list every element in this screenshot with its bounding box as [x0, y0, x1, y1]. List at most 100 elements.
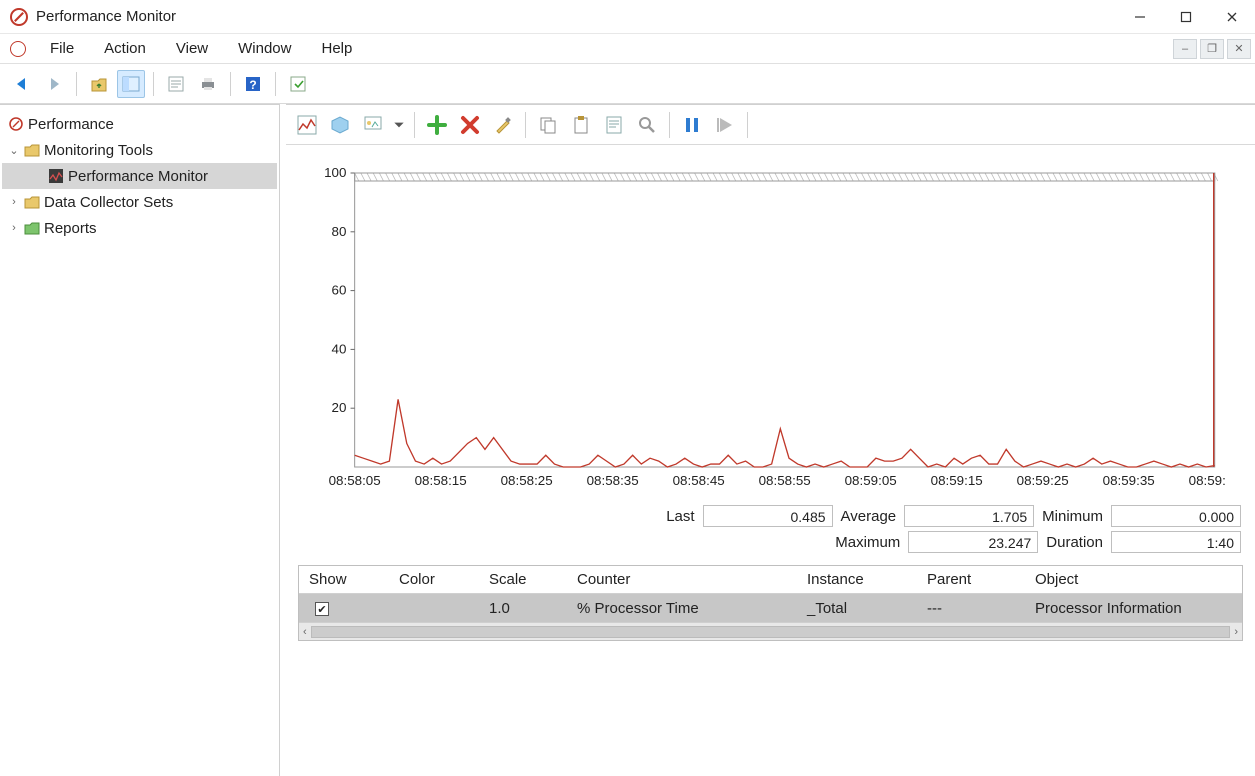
table-header: Show Color Scale Counter Instance Parent…: [299, 566, 1242, 594]
stat-dur-label: Duration: [1046, 534, 1103, 551]
cell-parent: ---: [917, 600, 1025, 617]
copy-button[interactable]: [533, 110, 563, 140]
new-window-button[interactable]: [284, 70, 312, 98]
svg-text:08:59:25: 08:59:25: [1017, 473, 1069, 488]
content-pane: 2040608010008:58:0508:58:1508:58:2508:58…: [286, 104, 1255, 776]
nav-forward-button[interactable]: [40, 70, 68, 98]
folder-icon: [24, 194, 40, 210]
view-report-button[interactable]: [358, 110, 388, 140]
col-instance[interactable]: Instance: [797, 571, 917, 588]
col-scale[interactable]: Scale: [479, 571, 567, 588]
stat-avg-value: 1.705: [904, 505, 1034, 527]
tree-reports[interactable]: › Reports: [2, 215, 277, 241]
svg-text:08:59:05: 08:59:05: [845, 473, 897, 488]
svg-text:20: 20: [332, 400, 347, 415]
stat-last-value: 0.485: [703, 505, 833, 527]
table-scrollbar[interactable]: ‹ ›: [299, 622, 1242, 640]
tree-monitoring-tools[interactable]: ⌄ Monitoring Tools: [2, 137, 277, 163]
svg-text:08:58:25: 08:58:25: [501, 473, 553, 488]
col-object[interactable]: Object: [1025, 571, 1242, 588]
menu-help[interactable]: Help: [307, 36, 366, 61]
folder-icon: [24, 142, 40, 158]
expand-icon[interactable]: ›: [8, 222, 20, 234]
app-icon: [10, 8, 28, 26]
stat-last-label: Last: [666, 508, 694, 525]
nav-back-button[interactable]: [8, 70, 36, 98]
view-graph-button[interactable]: [292, 110, 322, 140]
cell-instance: _Total: [797, 600, 917, 617]
stat-max-label: Maximum: [835, 534, 900, 551]
app-icon: [10, 41, 26, 57]
scroll-left-icon[interactable]: ‹: [303, 626, 307, 638]
print-button[interactable]: [194, 70, 222, 98]
properties-button[interactable]: [162, 70, 190, 98]
properties-button[interactable]: [599, 110, 629, 140]
highlight-button[interactable]: [488, 110, 518, 140]
cell-counter: % Processor Time: [567, 600, 797, 617]
mdi-restore-button[interactable]: ❐: [1200, 39, 1224, 59]
stat-max-value: 23.247: [908, 531, 1038, 553]
add-counter-button[interactable]: [422, 110, 452, 140]
cell-scale: 1.0: [479, 600, 567, 617]
svg-text:08:58:55: 08:58:55: [759, 473, 811, 488]
tree-root-performance[interactable]: Performance: [2, 111, 277, 137]
counter-table: Show Color Scale Counter Instance Parent…: [298, 565, 1243, 641]
window-title: Performance Monitor: [36, 8, 176, 25]
svg-text:08:58:15: 08:58:15: [415, 473, 467, 488]
menu-file[interactable]: File: [36, 36, 88, 61]
line-chart: 2040608010008:58:0508:58:1508:58:2508:58…: [298, 165, 1225, 495]
tree-performance-monitor[interactable]: Performance Monitor: [2, 163, 277, 189]
menu-view[interactable]: View: [162, 36, 222, 61]
menu-bar: File Action View Window Help – ❐ ✕: [0, 34, 1255, 64]
tree-data-collector-sets[interactable]: › Data Collector Sets: [2, 189, 277, 215]
help-button[interactable]: ?: [239, 70, 267, 98]
chart-area: 2040608010008:58:0508:58:1508:58:2508:58…: [286, 145, 1255, 499]
stats-panel: Last 0.485 Average 1.705 Minimum 0.000 M…: [286, 499, 1255, 557]
scroll-right-icon[interactable]: ›: [1234, 626, 1238, 638]
stat-min-label: Minimum: [1042, 508, 1103, 525]
show-checkbox[interactable]: ✔: [315, 602, 329, 616]
expand-icon[interactable]: ⌄: [8, 144, 20, 157]
window-close-button[interactable]: [1209, 0, 1255, 34]
update-button[interactable]: [710, 110, 740, 140]
stat-dur-value: 1:40: [1111, 531, 1241, 553]
view-dropdown-button[interactable]: [391, 110, 407, 140]
tree-label: Data Collector Sets: [44, 194, 173, 211]
nav-tree: Performance ⌄ Monitoring Tools Performan…: [0, 104, 280, 776]
mdi-minimize-button[interactable]: –: [1173, 39, 1197, 59]
expand-icon[interactable]: ›: [8, 196, 20, 208]
scroll-thumb[interactable]: [311, 626, 1231, 638]
col-color[interactable]: Color: [389, 571, 479, 588]
mdi-close-button[interactable]: ✕: [1227, 39, 1251, 59]
table-row[interactable]: ✔ 1.0 % Processor Time _Total --- Proces…: [299, 594, 1242, 622]
col-show[interactable]: Show: [299, 571, 389, 588]
svg-text:80: 80: [332, 224, 347, 239]
svg-text:40: 40: [332, 342, 347, 357]
svg-text:60: 60: [332, 283, 347, 298]
up-level-button[interactable]: [85, 70, 113, 98]
svg-text:100: 100: [324, 165, 346, 180]
zoom-button[interactable]: [632, 110, 662, 140]
title-bar: Performance Monitor: [0, 0, 1255, 34]
menu-window[interactable]: Window: [224, 36, 305, 61]
tree-label: Monitoring Tools: [44, 142, 153, 159]
window-minimize-button[interactable]: [1117, 0, 1163, 34]
mdi-controls: – ❐ ✕: [1173, 39, 1255, 59]
svg-text:08:58:45: 08:58:45: [673, 473, 725, 488]
freeze-button[interactable]: [677, 110, 707, 140]
svg-text:08:58:35: 08:58:35: [587, 473, 639, 488]
svg-text:08:59:44: 08:59:44: [1189, 473, 1225, 488]
remove-counter-button[interactable]: [455, 110, 485, 140]
folder-icon: [24, 220, 40, 236]
menu-action[interactable]: Action: [90, 36, 160, 61]
view-histogram-button[interactable]: [325, 110, 355, 140]
window-maximize-button[interactable]: [1163, 0, 1209, 34]
paste-button[interactable]: [566, 110, 596, 140]
stat-avg-label: Average: [841, 508, 897, 525]
show-hide-tree-button[interactable]: [117, 70, 145, 98]
tree-label: Performance Monitor: [68, 168, 208, 185]
graph-toolbar: [286, 105, 1255, 145]
col-counter[interactable]: Counter: [567, 571, 797, 588]
mmc-toolbar: ?: [0, 64, 1255, 104]
col-parent[interactable]: Parent: [917, 571, 1025, 588]
